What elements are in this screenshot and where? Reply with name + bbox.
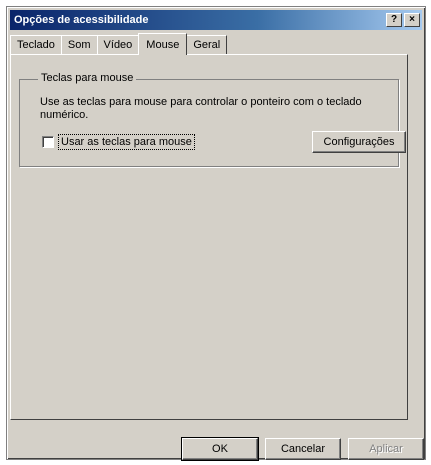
ok-button-label: OK — [212, 443, 228, 455]
use-mouse-keys-checkbox[interactable] — [42, 136, 54, 148]
title-bar[interactable]: Opções de acessibilidade ? × — [10, 10, 422, 30]
mouse-keys-description: Use as teclas para mouse para controlar … — [40, 96, 362, 121]
mouse-keys-group-label: Teclas para mouse — [38, 72, 137, 84]
use-mouse-keys-option[interactable]: Usar as teclas para mouse — [42, 134, 195, 150]
apply-button-label: Aplicar — [369, 443, 403, 455]
settings-button-label: Configurações — [323, 136, 395, 148]
close-button[interactable]: × — [404, 13, 420, 27]
settings-button[interactable]: Configurações — [312, 131, 406, 153]
tab-keyboard[interactable]: Teclado — [10, 35, 62, 54]
window-title: Opções de acessibilidade — [14, 14, 149, 26]
tab-strip: Teclado Som Vídeo Mouse Geral — [10, 32, 228, 55]
cancel-button-label: Cancelar — [280, 443, 326, 455]
tab-mouse[interactable]: Mouse — [138, 33, 188, 55]
ok-button[interactable]: OK — [181, 437, 259, 461]
tab-general[interactable]: Geral — [186, 35, 228, 54]
help-button[interactable]: ? — [386, 13, 402, 27]
tab-sound[interactable]: Som — [60, 35, 98, 54]
mouse-keys-group — [19, 79, 399, 167]
apply-button[interactable]: Aplicar — [348, 438, 424, 460]
tab-display[interactable]: Vídeo — [96, 35, 140, 54]
cancel-button[interactable]: Cancelar — [265, 438, 341, 460]
use-mouse-keys-label[interactable]: Usar as teclas para mouse — [58, 134, 195, 150]
